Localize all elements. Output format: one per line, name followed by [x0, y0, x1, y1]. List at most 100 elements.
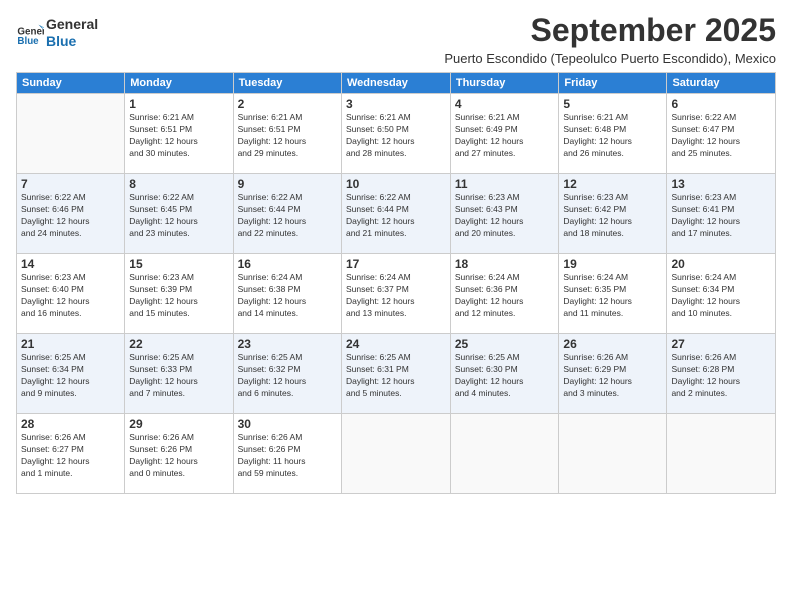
table-row: 6Sunrise: 6:22 AM Sunset: 6:47 PM Daylig… — [667, 94, 776, 174]
day-info: Sunrise: 6:23 AM Sunset: 6:40 PM Dayligh… — [21, 272, 120, 320]
header-sunday: Sunday — [17, 73, 125, 94]
day-number: 25 — [455, 337, 555, 351]
day-number: 3 — [346, 97, 446, 111]
month-title: September 2025 — [444, 12, 776, 49]
day-info: Sunrise: 6:25 AM Sunset: 6:33 PM Dayligh… — [129, 352, 228, 400]
day-number: 22 — [129, 337, 228, 351]
day-info: Sunrise: 6:26 AM Sunset: 6:26 PM Dayligh… — [238, 432, 337, 480]
calendar-week-row: 1Sunrise: 6:21 AM Sunset: 6:51 PM Daylig… — [17, 94, 776, 174]
day-info: Sunrise: 6:26 AM Sunset: 6:26 PM Dayligh… — [129, 432, 228, 480]
table-row: 22Sunrise: 6:25 AM Sunset: 6:33 PM Dayli… — [125, 334, 233, 414]
day-number: 4 — [455, 97, 555, 111]
day-info: Sunrise: 6:25 AM Sunset: 6:31 PM Dayligh… — [346, 352, 446, 400]
calendar-week-row: 14Sunrise: 6:23 AM Sunset: 6:40 PM Dayli… — [17, 254, 776, 334]
calendar-table: Sunday Monday Tuesday Wednesday Thursday… — [16, 72, 776, 494]
day-number: 14 — [21, 257, 120, 271]
table-row: 29Sunrise: 6:26 AM Sunset: 6:26 PM Dayli… — [125, 414, 233, 494]
logo-line2: Blue — [46, 33, 98, 50]
table-row: 15Sunrise: 6:23 AM Sunset: 6:39 PM Dayli… — [125, 254, 233, 334]
table-row: 25Sunrise: 6:25 AM Sunset: 6:30 PM Dayli… — [450, 334, 559, 414]
table-row — [559, 414, 667, 494]
day-number: 1 — [129, 97, 228, 111]
day-number: 24 — [346, 337, 446, 351]
day-info: Sunrise: 6:22 AM Sunset: 6:44 PM Dayligh… — [346, 192, 446, 240]
day-info: Sunrise: 6:21 AM Sunset: 6:48 PM Dayligh… — [563, 112, 662, 160]
logo: General Blue General Blue — [16, 16, 98, 50]
table-row: 19Sunrise: 6:24 AM Sunset: 6:35 PM Dayli… — [559, 254, 667, 334]
day-number: 26 — [563, 337, 662, 351]
day-info: Sunrise: 6:25 AM Sunset: 6:30 PM Dayligh… — [455, 352, 555, 400]
logo-icon: General Blue — [16, 19, 44, 47]
day-number: 10 — [346, 177, 446, 191]
table-row — [341, 414, 450, 494]
day-number: 8 — [129, 177, 228, 191]
day-info: Sunrise: 6:24 AM Sunset: 6:35 PM Dayligh… — [563, 272, 662, 320]
day-number: 7 — [21, 177, 120, 191]
table-row: 7Sunrise: 6:22 AM Sunset: 6:46 PM Daylig… — [17, 174, 125, 254]
day-number: 15 — [129, 257, 228, 271]
day-info: Sunrise: 6:22 AM Sunset: 6:45 PM Dayligh… — [129, 192, 228, 240]
day-info: Sunrise: 6:22 AM Sunset: 6:47 PM Dayligh… — [671, 112, 771, 160]
day-info: Sunrise: 6:23 AM Sunset: 6:43 PM Dayligh… — [455, 192, 555, 240]
calendar-week-row: 28Sunrise: 6:26 AM Sunset: 6:27 PM Dayli… — [17, 414, 776, 494]
table-row: 11Sunrise: 6:23 AM Sunset: 6:43 PM Dayli… — [450, 174, 559, 254]
table-row: 12Sunrise: 6:23 AM Sunset: 6:42 PM Dayli… — [559, 174, 667, 254]
day-info: Sunrise: 6:23 AM Sunset: 6:39 PM Dayligh… — [129, 272, 228, 320]
day-number: 9 — [238, 177, 337, 191]
day-info: Sunrise: 6:23 AM Sunset: 6:41 PM Dayligh… — [671, 192, 771, 240]
day-number: 23 — [238, 337, 337, 351]
table-row: 3Sunrise: 6:21 AM Sunset: 6:50 PM Daylig… — [341, 94, 450, 174]
day-info: Sunrise: 6:21 AM Sunset: 6:50 PM Dayligh… — [346, 112, 446, 160]
day-number: 19 — [563, 257, 662, 271]
day-number: 29 — [129, 417, 228, 431]
day-info: Sunrise: 6:21 AM Sunset: 6:49 PM Dayligh… — [455, 112, 555, 160]
header-thursday: Thursday — [450, 73, 559, 94]
table-row: 9Sunrise: 6:22 AM Sunset: 6:44 PM Daylig… — [233, 174, 341, 254]
table-row: 28Sunrise: 6:26 AM Sunset: 6:27 PM Dayli… — [17, 414, 125, 494]
calendar-week-row: 7Sunrise: 6:22 AM Sunset: 6:46 PM Daylig… — [17, 174, 776, 254]
day-number: 27 — [671, 337, 771, 351]
logo-line1: General — [46, 16, 98, 33]
location-subtitle: Puerto Escondido (Tepeolulco Puerto Esco… — [444, 51, 776, 66]
table-row: 8Sunrise: 6:22 AM Sunset: 6:45 PM Daylig… — [125, 174, 233, 254]
day-info: Sunrise: 6:22 AM Sunset: 6:46 PM Dayligh… — [21, 192, 120, 240]
table-row: 4Sunrise: 6:21 AM Sunset: 6:49 PM Daylig… — [450, 94, 559, 174]
day-info: Sunrise: 6:24 AM Sunset: 6:38 PM Dayligh… — [238, 272, 337, 320]
header-tuesday: Tuesday — [233, 73, 341, 94]
day-number: 21 — [21, 337, 120, 351]
day-info: Sunrise: 6:25 AM Sunset: 6:32 PM Dayligh… — [238, 352, 337, 400]
day-info: Sunrise: 6:24 AM Sunset: 6:37 PM Dayligh… — [346, 272, 446, 320]
table-row: 10Sunrise: 6:22 AM Sunset: 6:44 PM Dayli… — [341, 174, 450, 254]
day-info: Sunrise: 6:24 AM Sunset: 6:34 PM Dayligh… — [671, 272, 771, 320]
day-info: Sunrise: 6:26 AM Sunset: 6:27 PM Dayligh… — [21, 432, 120, 480]
day-number: 5 — [563, 97, 662, 111]
table-row: 2Sunrise: 6:21 AM Sunset: 6:51 PM Daylig… — [233, 94, 341, 174]
day-number: 17 — [346, 257, 446, 271]
table-row: 21Sunrise: 6:25 AM Sunset: 6:34 PM Dayli… — [17, 334, 125, 414]
table-row: 1Sunrise: 6:21 AM Sunset: 6:51 PM Daylig… — [125, 94, 233, 174]
table-row: 16Sunrise: 6:24 AM Sunset: 6:38 PM Dayli… — [233, 254, 341, 334]
table-row: 14Sunrise: 6:23 AM Sunset: 6:40 PM Dayli… — [17, 254, 125, 334]
day-info: Sunrise: 6:22 AM Sunset: 6:44 PM Dayligh… — [238, 192, 337, 240]
table-row — [17, 94, 125, 174]
table-row: 13Sunrise: 6:23 AM Sunset: 6:41 PM Dayli… — [667, 174, 776, 254]
day-number: 28 — [21, 417, 120, 431]
table-row — [450, 414, 559, 494]
svg-text:Blue: Blue — [17, 36, 39, 47]
table-row: 30Sunrise: 6:26 AM Sunset: 6:26 PM Dayli… — [233, 414, 341, 494]
table-row: 23Sunrise: 6:25 AM Sunset: 6:32 PM Dayli… — [233, 334, 341, 414]
day-number: 30 — [238, 417, 337, 431]
header-monday: Monday — [125, 73, 233, 94]
page-header: General Blue General Blue September 2025… — [16, 12, 776, 66]
day-number: 13 — [671, 177, 771, 191]
calendar-header-row: Sunday Monday Tuesday Wednesday Thursday… — [17, 73, 776, 94]
day-info: Sunrise: 6:26 AM Sunset: 6:29 PM Dayligh… — [563, 352, 662, 400]
day-info: Sunrise: 6:25 AM Sunset: 6:34 PM Dayligh… — [21, 352, 120, 400]
table-row: 20Sunrise: 6:24 AM Sunset: 6:34 PM Dayli… — [667, 254, 776, 334]
day-number: 12 — [563, 177, 662, 191]
title-section: September 2025 Puerto Escondido (Tepeolu… — [444, 12, 776, 66]
day-number: 18 — [455, 257, 555, 271]
day-number: 20 — [671, 257, 771, 271]
day-info: Sunrise: 6:26 AM Sunset: 6:28 PM Dayligh… — [671, 352, 771, 400]
header-friday: Friday — [559, 73, 667, 94]
